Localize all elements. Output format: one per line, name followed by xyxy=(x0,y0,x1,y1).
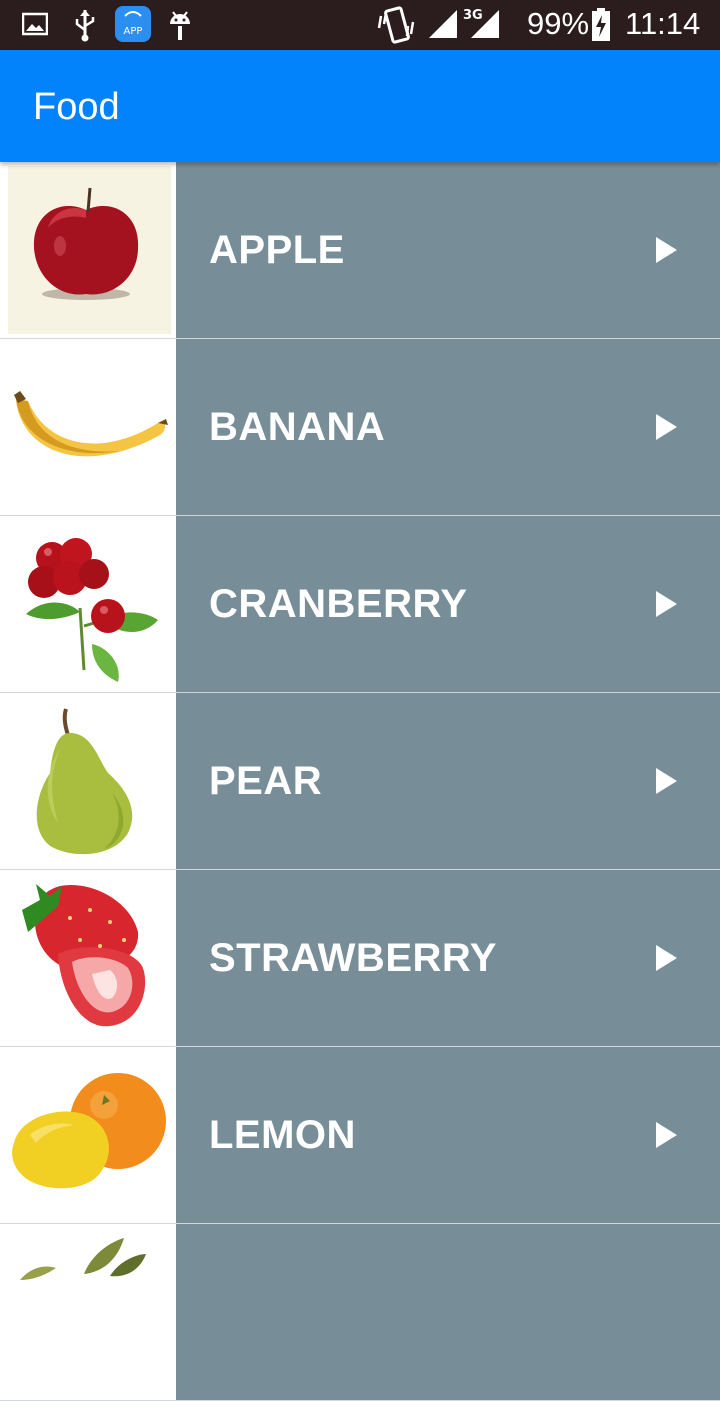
app-store-icon: APP xyxy=(115,6,151,47)
signal-3g-icon: 3G xyxy=(463,6,501,45)
food-list: APPLE BANANA CRANBERRY PEAR STRAWBERRY L… xyxy=(0,162,720,1401)
lemon-icon xyxy=(0,1047,176,1223)
chevron-right-icon xyxy=(654,590,678,623)
list-item-panel xyxy=(176,1224,720,1400)
app-bar: Food xyxy=(0,50,720,162)
list-item-label: PEAR xyxy=(209,759,323,803)
image-icon xyxy=(21,12,49,41)
list-item-label: STRAWBERRY xyxy=(209,936,497,980)
list-item-cranberry[interactable]: CRANBERRY xyxy=(0,516,720,693)
list-item-panel: APPLE xyxy=(176,162,720,338)
chevron-right-icon xyxy=(654,1121,678,1154)
cranberry-icon xyxy=(0,516,176,692)
list-item-banana[interactable]: BANANA xyxy=(0,339,720,516)
strawberry-icon xyxy=(0,870,176,1046)
chevron-right-icon xyxy=(654,236,678,269)
battery-charging-icon xyxy=(591,8,611,47)
chevron-right-icon xyxy=(654,944,678,977)
list-item-label: CRANBERRY xyxy=(209,582,468,626)
list-item-panel: LEMON xyxy=(176,1047,720,1223)
usb-icon xyxy=(72,8,98,47)
banana-icon xyxy=(0,339,176,515)
leaves-icon xyxy=(0,1224,176,1400)
list-item-panel: CRANBERRY xyxy=(176,516,720,692)
list-item-strawberry[interactable]: STRAWBERRY xyxy=(0,870,720,1047)
vibrate-icon xyxy=(376,6,418,49)
list-item-partial[interactable] xyxy=(0,1224,720,1401)
chevron-right-icon xyxy=(654,767,678,800)
signal-icon xyxy=(427,8,459,45)
list-item-label: LEMON xyxy=(209,1113,356,1157)
list-item-pear[interactable]: PEAR xyxy=(0,693,720,870)
list-item-label: BANANA xyxy=(209,405,386,449)
list-item-panel: BANANA xyxy=(176,339,720,515)
apple-icon xyxy=(0,162,176,338)
svg-text:3G: 3G xyxy=(463,8,483,23)
list-item-apple[interactable]: APPLE xyxy=(0,162,720,339)
svg-text:APP: APP xyxy=(124,26,143,37)
page-title: Food xyxy=(33,86,120,128)
android-icon xyxy=(167,8,193,47)
list-item-lemon[interactable]: LEMON xyxy=(0,1047,720,1224)
clock: 11:14 xyxy=(625,6,701,41)
status-bar: APP 3G 99% 11:14 xyxy=(0,0,720,50)
list-item-label: APPLE xyxy=(209,228,345,272)
pear-icon xyxy=(0,693,176,869)
list-item-panel: STRAWBERRY xyxy=(176,870,720,1046)
list-item-panel: PEAR xyxy=(176,693,720,869)
chevron-right-icon xyxy=(654,413,678,446)
battery-percent: 99% xyxy=(527,6,590,41)
